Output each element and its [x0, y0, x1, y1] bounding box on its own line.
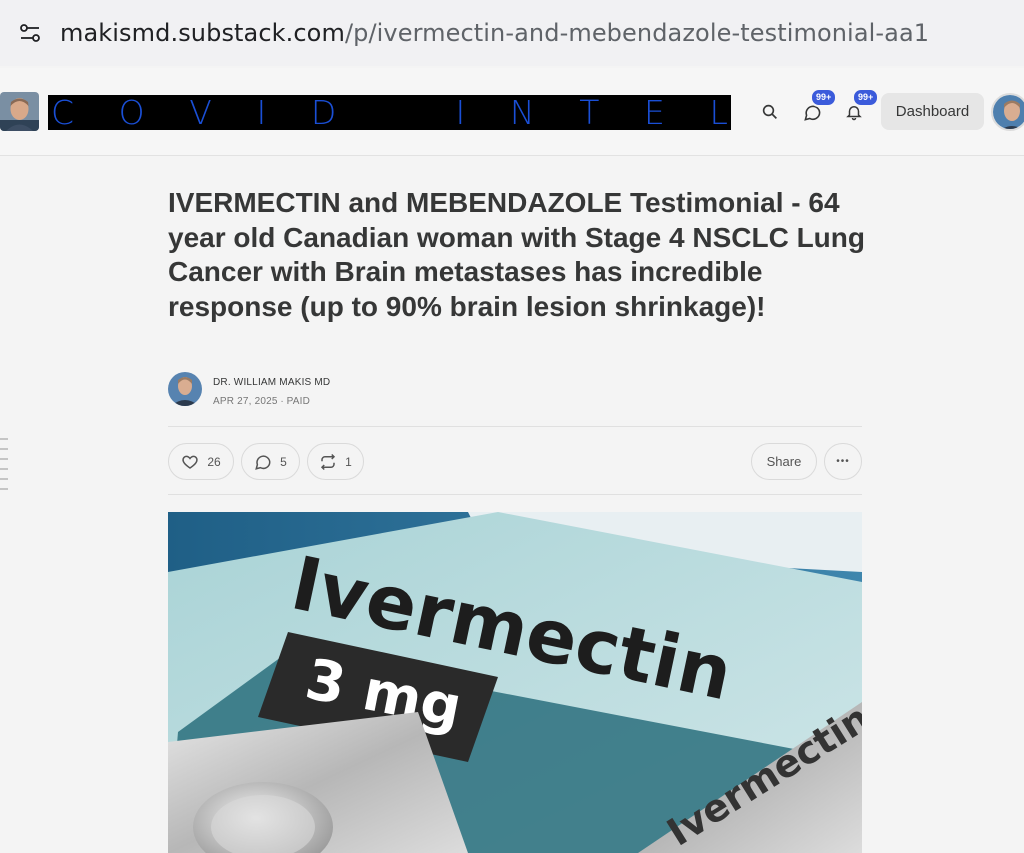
divider-top: [168, 426, 862, 427]
like-button[interactable]: 26: [168, 443, 234, 480]
like-count: 26: [207, 454, 221, 469]
bell-icon[interactable]: 99+: [838, 88, 880, 128]
banner-letter: D: [310, 93, 337, 132]
restack-count: 1: [345, 454, 352, 469]
address-bar[interactable]: makismd.substack.com/p/ivermectin-and-me…: [0, 0, 1024, 66]
search-icon[interactable]: [754, 96, 786, 128]
article-title: IVERMECTIN and MEBENDAZOLE Testimonial -…: [168, 187, 865, 322]
comment-count: 5: [280, 454, 287, 469]
banner-letter: I: [455, 93, 466, 132]
url-host: makismd.substack.com: [60, 19, 345, 47]
comment-button[interactable]: 5: [241, 443, 300, 480]
user-avatar[interactable]: [991, 93, 1024, 131]
chat-badge: 99+: [810, 88, 838, 107]
publication-logo[interactable]: [0, 92, 39, 131]
banner-letter: N: [509, 93, 535, 132]
banner-letter: L: [709, 93, 728, 132]
banner-letter: V: [189, 93, 212, 132]
more-options-button[interactable]: •••: [824, 443, 862, 480]
bell-badge: 99+: [852, 88, 880, 107]
restack-icon: [321, 453, 336, 470]
chat-icon[interactable]: 99+: [796, 88, 838, 128]
url-text[interactable]: makismd.substack.com/p/ivermectin-and-me…: [60, 19, 929, 47]
hero-image[interactable]: Ivermectin 3 mg Ivermectin: [168, 512, 862, 853]
dashboard-button[interactable]: Dashboard: [881, 93, 984, 130]
tune-icon[interactable]: [0, 0, 60, 66]
banner-letter: O: [118, 93, 145, 132]
site-header: C O V I D I N T E L 99+ 99+ Dashboard: [0, 68, 1024, 156]
url-path: /p/ivermectin-and-mebendazole-testimonia…: [344, 19, 930, 47]
restack-button[interactable]: 1: [307, 443, 364, 480]
share-button[interactable]: Share: [751, 443, 817, 480]
author-name[interactable]: DR. WILLIAM MAKIS MD: [213, 377, 330, 388]
banner-letter: I: [256, 93, 267, 132]
heart-icon: [182, 455, 198, 469]
banner-letter: E: [643, 93, 665, 132]
table-of-contents-toggle[interactable]: [0, 438, 10, 498]
author-avatar[interactable]: [168, 372, 202, 406]
comment-icon: [255, 454, 271, 470]
banner-letter: T: [579, 93, 600, 132]
divider-bottom: [168, 494, 862, 495]
banner-letter: C: [51, 93, 75, 132]
post-date: APR 27, 2025 ∙ PAID: [213, 396, 310, 407]
covid-intel-banner[interactable]: COVIDINTEL: [48, 95, 731, 130]
